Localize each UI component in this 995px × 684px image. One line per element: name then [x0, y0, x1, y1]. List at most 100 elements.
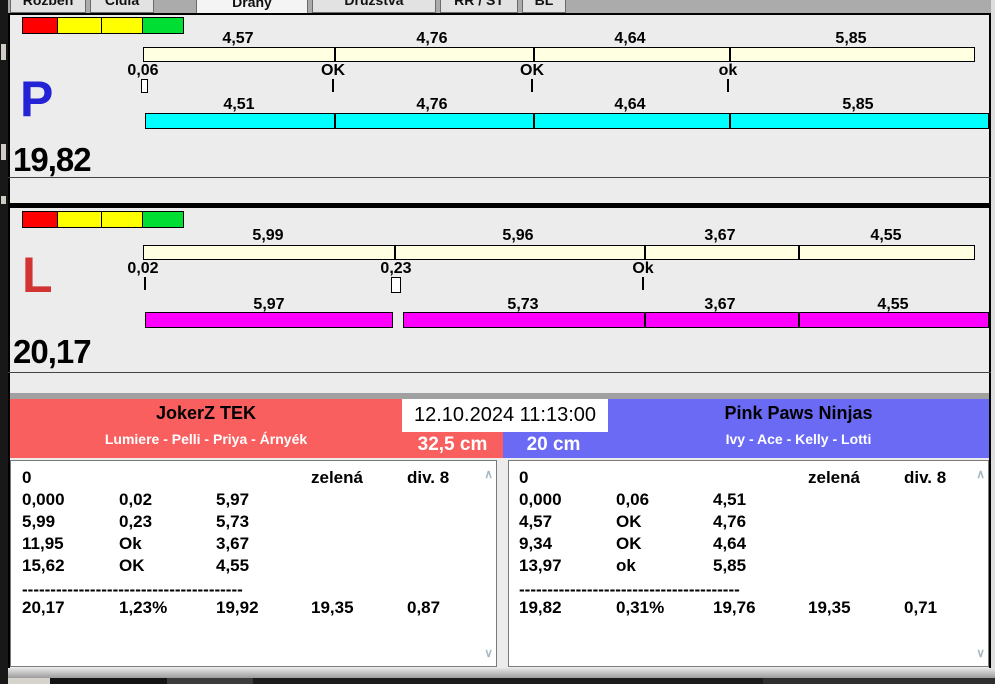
- p-top-split-2: 4,76: [416, 30, 448, 47]
- l-mark-label-1: 0,02: [127, 260, 159, 277]
- p-mark-label-4: ok: [718, 62, 738, 79]
- list-cell: 5,97: [216, 490, 250, 509]
- list-cell: 0: [519, 468, 529, 487]
- p-top-split-4: 5,85: [835, 30, 867, 47]
- l-top-split-2: 5,96: [502, 227, 534, 244]
- scroll-up-icon[interactable]: ∧: [484, 468, 493, 480]
- p-bottom-split-1: 4,51: [223, 96, 255, 113]
- left-team-members: Lumiere - Pelli - Priya - Árnyék: [104, 431, 308, 447]
- list-cell: 5,99: [22, 512, 56, 531]
- taskbar-segment: [763, 678, 995, 684]
- right-team-jump-height: 20 cm: [526, 434, 581, 455]
- list-cell: 0: [22, 468, 32, 487]
- list-total-cell: 19,35: [808, 598, 851, 617]
- list-cell: 0,06: [616, 490, 650, 509]
- tab-rr-st[interactable]: RR / ST: [440, 0, 518, 13]
- list-cell: 11,95: [22, 534, 64, 553]
- list-cell: OK: [119, 556, 145, 575]
- right-edge-filler: [991, 0, 995, 684]
- traffic-light-strip-p: [22, 17, 184, 34]
- l-marker-tick-2: [642, 277, 644, 290]
- p-top-split-1: 4,57: [222, 30, 254, 47]
- list-cell: 4,64: [713, 534, 747, 553]
- list-total-cell: 19,35: [311, 598, 354, 617]
- l-mark-label-3: Ok: [632, 260, 654, 277]
- list-separator: ---------------------------------------: [519, 580, 740, 599]
- list-cell: 4,76: [713, 512, 747, 531]
- tab-druzstva[interactable]: Družstvá: [312, 0, 436, 13]
- left-team-name: JokerZ TEK: [155, 403, 257, 423]
- right-team-members: Ivy - Ace - Kelly - Lotti: [725, 431, 872, 447]
- p-top-bar: [143, 47, 975, 62]
- bottom-gray-strip: [0, 668, 995, 678]
- l-progress-bar-b: [403, 312, 989, 328]
- list-cell: 9,34: [519, 534, 553, 553]
- p-progress-bar: [145, 113, 989, 129]
- l-marker-tick-1: [144, 277, 146, 290]
- list-cell: 0,000: [519, 490, 562, 509]
- list-cell: 4,55: [216, 556, 250, 575]
- strip-green: [143, 211, 184, 228]
- scroll-down-icon[interactable]: ∨: [976, 647, 985, 659]
- list-cell: 4,57: [519, 512, 553, 531]
- list-cell: zelená: [808, 468, 860, 487]
- l-top-split-4: 4,55: [870, 227, 902, 244]
- list-cell: 0,000: [22, 490, 65, 509]
- l-panel-divider: [8, 372, 991, 373]
- l-progress-bar-a: [145, 312, 393, 328]
- right-team-name: Pink Paws Ninjas: [724, 403, 873, 423]
- right-result-list[interactable]: 0 zelená div. 8 0,000 0,06 4,51 4,57 OK …: [508, 460, 989, 667]
- p-mark-label-2: OK: [321, 62, 345, 79]
- tab-cidla[interactable]: Čidla: [90, 0, 154, 13]
- p-marker-tick-3: [727, 79, 729, 92]
- strip-yellow2: [102, 17, 143, 34]
- strip-red: [22, 17, 58, 34]
- l-top-split-3: 3,67: [704, 227, 736, 244]
- list-cell: 13,97: [519, 556, 562, 575]
- p-panel-divider: [8, 177, 991, 178]
- list-total-cell: 19,76: [713, 598, 756, 617]
- p-top-split-3: 4,64: [614, 30, 646, 47]
- list-total-cell: 20,17: [22, 598, 65, 617]
- left-screen-edge: [0, 0, 8, 684]
- run-datetime: 12.10.2024 11:13:00: [402, 399, 608, 432]
- tab-bl[interactable]: BL: [522, 0, 566, 13]
- list-cell: 0,23: [119, 512, 153, 531]
- p-bottom-split-2: 4,76: [416, 96, 448, 113]
- left-team-jump-height: 32,5 cm: [417, 434, 488, 455]
- p-marker-tick-1: [332, 79, 334, 92]
- list-cell: 4,51: [713, 490, 747, 509]
- strip-yellow1: [58, 17, 102, 34]
- list-cell: 5,73: [216, 512, 250, 531]
- list-cell: 0,02: [119, 490, 153, 509]
- l-marker-box: [391, 277, 401, 293]
- p-bottom-split-3: 4,64: [614, 96, 646, 113]
- p-bottom-split-4: 5,85: [842, 96, 874, 113]
- p-mark-label-1: 0,06: [127, 62, 159, 79]
- scroll-up-icon[interactable]: ∧: [976, 468, 985, 480]
- list-cell: OK: [616, 534, 642, 553]
- l-total-time: 20,17: [13, 333, 92, 370]
- left-result-list[interactable]: 0 zelená div. 8 0,000 0,02 5,97 5,99 0,2…: [10, 460, 497, 667]
- thick-separator: [8, 203, 991, 208]
- list-total-cell: 0,71: [904, 598, 938, 617]
- l-top-bar: [143, 245, 975, 260]
- p-mark-label-3: OK: [520, 62, 544, 79]
- timing-app-window: Rozbeh Čidla Dráhy Družstvá RR / ST BL 4…: [0, 0, 995, 684]
- tab-bar: Rozbeh Čidla Dráhy Družstvá RR / ST BL: [0, 0, 995, 13]
- list-total-cell: 1,23%: [119, 598, 168, 617]
- list-total-cell: 0,31%: [616, 598, 665, 617]
- tab-drahy[interactable]: Dráhy: [196, 0, 308, 13]
- taskbar-segment: [167, 678, 253, 684]
- list-total-cell: 19,82: [519, 598, 562, 617]
- list-cell: 5,85: [713, 556, 747, 575]
- strip-red: [22, 211, 58, 228]
- taskbar-segment: [50, 678, 167, 684]
- scroll-down-icon[interactable]: ∨: [484, 647, 493, 659]
- list-cell: div. 8: [407, 468, 450, 487]
- tab-rozbeh[interactable]: Rozbeh: [10, 0, 86, 13]
- lane-letter-p: P: [20, 71, 54, 127]
- strip-yellow1: [58, 211, 102, 228]
- strip-green: [143, 17, 184, 34]
- p-total-time: 19,82: [13, 141, 92, 178]
